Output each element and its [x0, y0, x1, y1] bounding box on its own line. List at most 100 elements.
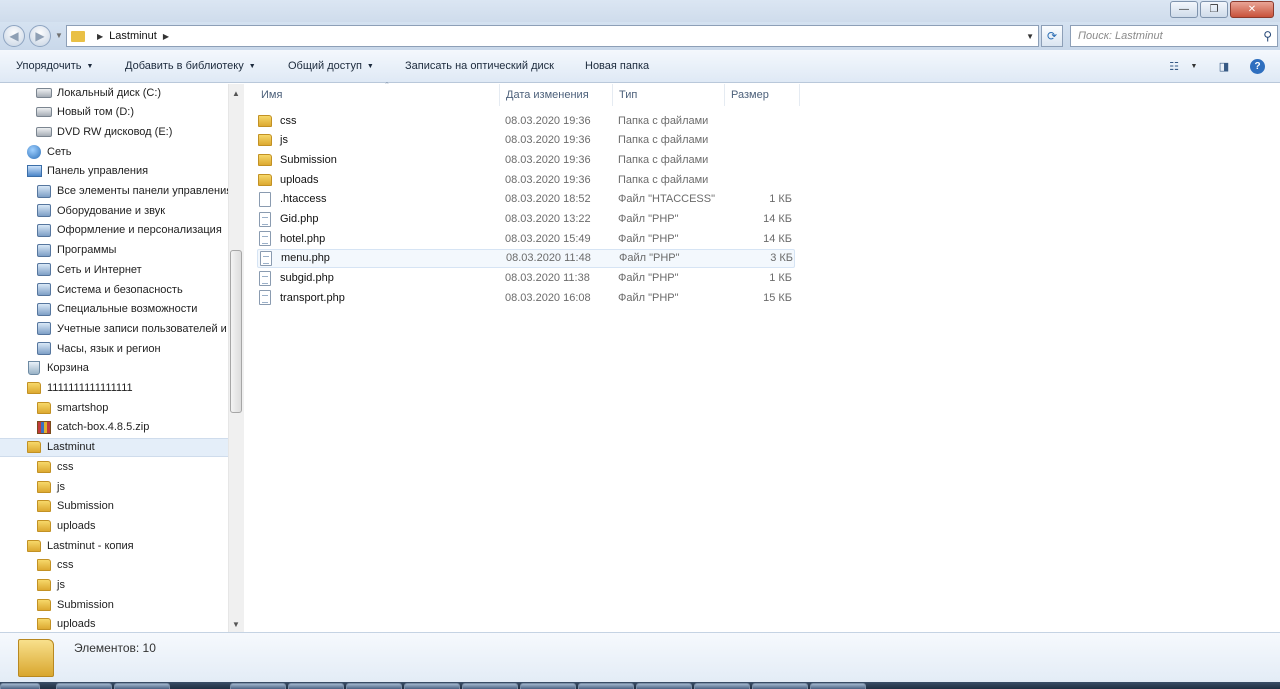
sidebar-item[interactable]: Lastminut — [0, 437, 228, 457]
breadcrumb-separator-icon[interactable]: ▶ — [163, 32, 169, 41]
sidebar-item[interactable]: Часы, язык и регион — [0, 339, 228, 358]
file-size: 15 КБ — [763, 291, 792, 304]
sidebar-item[interactable]: Submission — [0, 595, 228, 614]
taskbar-button[interactable] — [230, 683, 286, 689]
sidebar-item[interactable]: Система и безопасность — [0, 280, 228, 299]
taskbar-button[interactable] — [462, 683, 518, 689]
sidebar-item[interactable]: uploads — [0, 615, 228, 632]
sidebar-item[interactable]: Специальные возможности — [0, 300, 228, 319]
forward-arrow-icon: ▶ — [35, 29, 45, 43]
breadcrumb-lastminut[interactable]: Lastminut — [109, 30, 157, 42]
preview-pane-icon[interactable]: ◨ — [1216, 59, 1232, 73]
file-size: 3 КБ — [770, 252, 793, 265]
folder-icon — [71, 30, 85, 42]
recent-pages-dropdown[interactable]: ▼ — [55, 31, 63, 40]
sidebar-item[interactable]: Корзина — [0, 359, 228, 378]
taskbar-button[interactable] — [752, 683, 808, 689]
column-header-type[interactable]: Тип — [613, 84, 725, 106]
close-button[interactable]: ✕ — [1230, 1, 1274, 18]
sidebar-item[interactable]: DVD RW дисковод (E:) — [0, 122, 228, 141]
sidebar-item-label: Сеть — [47, 145, 72, 158]
burn-button[interactable]: Записать на оптический диск — [405, 60, 554, 72]
file-row[interactable]: menu.php 08.03.2020 11:48 Файл "PHP" 3 КБ — [257, 248, 795, 268]
share-button[interactable]: Общий доступ ▼ — [288, 60, 374, 72]
taskbar-button[interactable] — [636, 683, 692, 689]
sidebar-item[interactable]: Программы — [0, 241, 228, 260]
sidebar-item[interactable]: Оформление и персонализация — [0, 221, 228, 240]
taskbar-button[interactable] — [114, 683, 170, 689]
file-row[interactable]: uploads 08.03.2020 19:36 Папка с файлами — [257, 170, 795, 189]
file-name: js — [280, 134, 288, 147]
folder-icon — [36, 519, 52, 533]
column-header-size[interactable]: Размер — [725, 84, 800, 106]
sidebar-item[interactable]: Учетные записи пользователей и — [0, 319, 228, 338]
view-dropdown-icon[interactable]: ▼ — [1186, 59, 1202, 73]
refresh-button[interactable]: ⟳ — [1041, 25, 1063, 47]
file-row[interactable]: Gid.php 08.03.2020 13:22 Файл "PHP" 14 КБ — [257, 210, 795, 229]
file-row[interactable]: css 08.03.2020 19:36 Папка с файлами — [257, 111, 795, 130]
sidebar-item[interactable]: 1111111111111111 — [0, 379, 228, 398]
file-row[interactable]: .htaccess 08.03.2020 18:52 Файл "HTACCESS"… — [257, 190, 795, 209]
taskbar-button[interactable] — [520, 683, 576, 689]
taskbar-button[interactable] — [404, 683, 460, 689]
sidebar-item-label: Все элементы панели управления — [57, 185, 228, 197]
help-icon[interactable]: ? — [1250, 59, 1265, 74]
column-header-date[interactable]: Дата изменения — [500, 84, 613, 106]
back-button[interactable]: ◀ — [3, 25, 25, 47]
search-icon[interactable]: ⚲ — [1263, 29, 1272, 43]
file-row[interactable]: subgid.php 08.03.2020 11:38 Файл "PHP" 1 КБ — [257, 269, 795, 288]
sidebar-item[interactable]: Новый том (D:) — [0, 103, 228, 122]
taskbar-button[interactable] — [810, 683, 866, 689]
forward-button[interactable]: ▶ — [29, 25, 51, 47]
file-row[interactable]: js 08.03.2020 19:36 Папка с файлами — [257, 131, 795, 150]
sidebar-item[interactable]: Локальный диск (C:) — [0, 84, 228, 102]
php-file-icon — [257, 231, 273, 247]
sidebar-item[interactable]: Сеть и Интернет — [0, 260, 228, 279]
title-bar: — ❐ ✕ — [0, 0, 1280, 22]
file-row[interactable]: Submission 08.03.2020 19:36 Папка с файлам… — [257, 150, 795, 169]
breadcrumb-separator-icon[interactable]: ▶ — [97, 32, 103, 41]
minimize-button[interactable]: — — [1170, 1, 1198, 18]
sidebar-item[interactable]: Submission — [0, 497, 228, 516]
sidebar-item[interactable]: catch-box.4.8.5.zip — [0, 418, 228, 437]
sidebar-item[interactable]: js — [0, 576, 228, 595]
sidebar-item[interactable]: css — [0, 457, 228, 476]
scroll-down-arrow-icon[interactable]: ▼ — [229, 617, 243, 631]
taskbar-button[interactable] — [288, 683, 344, 689]
sidebar-item[interactable]: Оборудование и звук — [0, 201, 228, 220]
taskbar-button[interactable] — [346, 683, 402, 689]
sidebar-item[interactable]: js — [0, 477, 228, 496]
search-input[interactable]: Поиск: Lastminut ⚲ — [1070, 25, 1278, 47]
sidebar-scrollbar-thumb[interactable] — [230, 250, 242, 413]
system-security-icon — [36, 283, 52, 297]
new-folder-button[interactable]: Новая папка — [585, 60, 649, 72]
sidebar-item[interactable]: css — [0, 556, 228, 575]
view-options-icon[interactable]: ☷ — [1166, 59, 1182, 73]
address-dropdown-icon[interactable]: ▼ — [1026, 32, 1034, 41]
drive-icon — [36, 105, 52, 119]
sidebar-item[interactable]: Lastminut - копия — [0, 536, 228, 555]
sidebar-item[interactable]: Панель управления — [0, 162, 228, 181]
taskbar-button[interactable] — [578, 683, 634, 689]
address-bar[interactable]: ▶ Lastminut ▶ ▼ — [66, 25, 1039, 47]
sidebar-item[interactable]: uploads — [0, 516, 228, 535]
file-row[interactable]: hotel.php 08.03.2020 15:49 Файл "PHP" 14 КБ — [257, 229, 795, 248]
taskbar-button[interactable] — [56, 683, 112, 689]
folder-icon — [36, 598, 52, 612]
sidebar-item[interactable]: smartshop — [0, 398, 228, 417]
file-row[interactable]: transport.php 08.03.2020 16:08 Файл "PHP" 1… — [257, 288, 795, 307]
column-header-name[interactable]: ⌃ Имя — [255, 82, 500, 106]
add-to-library-button[interactable]: Добавить в библиотеку ▼ — [125, 60, 256, 72]
sidebar-item[interactable]: Все элементы панели управления — [0, 182, 228, 201]
folder-icon — [36, 460, 52, 474]
file-type: Файл "PHP" — [618, 232, 679, 245]
taskbar — [0, 682, 1280, 689]
start-button[interactable] — [0, 683, 40, 689]
scroll-up-arrow-icon[interactable]: ▲ — [229, 86, 243, 100]
file-date: 08.03.2020 11:48 — [506, 252, 591, 265]
sidebar-item[interactable]: Сеть — [0, 142, 228, 161]
taskbar-button[interactable] — [694, 683, 750, 689]
organize-button[interactable]: Упорядочить ▼ — [16, 60, 93, 72]
maximize-button[interactable]: ❐ — [1200, 1, 1228, 18]
file-type: Файл "PHP" — [618, 291, 679, 304]
